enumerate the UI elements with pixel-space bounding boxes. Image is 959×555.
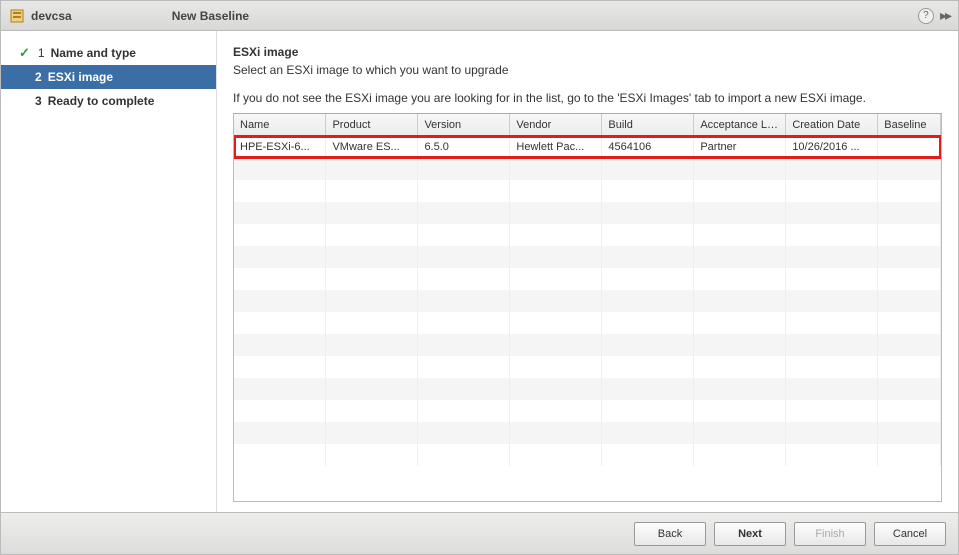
title-dialog: New Baseline — [172, 9, 249, 23]
col-header-creation-date[interactable]: Creation Date — [786, 114, 878, 136]
col-header-build[interactable]: Build — [602, 114, 694, 136]
info-text: If you do not see the ESXi image you are… — [233, 91, 942, 105]
table-row[interactable]: HPE-ESXi-6... VMware ES... 6.5.0 Hewlett… — [234, 136, 941, 158]
col-header-product[interactable]: Product — [326, 114, 418, 136]
help-icon[interactable]: ? — [918, 8, 934, 24]
page-subtext: Select an ESXi image to which you want t… — [233, 63, 942, 77]
col-header-version[interactable]: Version — [418, 114, 510, 136]
table-row-empty — [234, 378, 941, 400]
table-row-empty — [234, 158, 941, 180]
finish-button: Finish — [794, 522, 866, 546]
step-label: Name and type — [51, 46, 136, 60]
cell-vendor: Hewlett Pac... — [510, 136, 602, 158]
table-row-empty — [234, 180, 941, 202]
step-number: 1 — [38, 46, 45, 60]
expand-icon[interactable]: ▸▸ — [940, 7, 950, 24]
cell-build: 4564106 — [602, 136, 694, 158]
step-label: Ready to complete — [48, 94, 155, 108]
step-esxi-image[interactable]: 2 ESXi image — [1, 65, 216, 89]
col-header-baseline[interactable]: Baseline — [878, 114, 941, 136]
table-row-empty — [234, 202, 941, 224]
cancel-button[interactable]: Cancel — [874, 522, 946, 546]
table-row-empty — [234, 268, 941, 290]
checkmark-icon: ✓ — [19, 45, 30, 61]
wizard-steps-sidebar: ✓ 1 Name and type 2 ESXi image 3 Ready t… — [1, 31, 217, 512]
col-header-name[interactable]: Name — [234, 114, 326, 136]
step-number: 3 — [35, 94, 42, 108]
step-number: 2 — [35, 70, 42, 84]
table-row-empty — [234, 356, 941, 378]
titlebar: devcsa New Baseline ? ▸▸ — [1, 1, 958, 31]
cell-product: VMware ES... — [326, 136, 418, 158]
step-ready-to-complete: 3 Ready to complete — [1, 89, 216, 113]
table-header-row: Name Product Version Vendor Build Accept… — [234, 114, 941, 136]
next-button[interactable]: Next — [714, 522, 786, 546]
cell-version: 6.5.0 — [418, 136, 510, 158]
table-row-empty — [234, 224, 941, 246]
table-row-empty — [234, 444, 941, 466]
table-row-empty — [234, 290, 941, 312]
step-label: ESXi image — [48, 70, 113, 84]
page-heading: ESXi image — [233, 45, 942, 59]
col-header-acceptance[interactable]: Acceptance Le... — [694, 114, 786, 136]
col-header-vendor[interactable]: Vendor — [510, 114, 602, 136]
title-host: devcsa — [31, 9, 72, 23]
table-row-empty — [234, 246, 941, 268]
table-row-empty — [234, 334, 941, 356]
back-button[interactable]: Back — [634, 522, 706, 546]
dialog-body: ✓ 1 Name and type 2 ESXi image 3 Ready t… — [1, 31, 958, 512]
table-row-empty — [234, 422, 941, 444]
cell-baseline — [878, 136, 941, 158]
step-name-and-type[interactable]: ✓ 1 Name and type — [1, 41, 216, 65]
wizard-main-panel: ESXi image Select an ESXi image to which… — [217, 31, 958, 512]
cell-creation-date: 10/26/2016 ... — [786, 136, 878, 158]
host-icon — [9, 8, 25, 24]
table-row-empty — [234, 312, 941, 334]
cell-name: HPE-ESXi-6... — [234, 136, 326, 158]
table-row-empty — [234, 400, 941, 422]
wizard-footer: Back Next Finish Cancel — [1, 512, 958, 554]
wizard-dialog: devcsa New Baseline ? ▸▸ ✓ 1 Name and ty… — [0, 0, 959, 555]
cell-acceptance: Partner — [694, 136, 786, 158]
esxi-image-table: Name Product Version Vendor Build Accept… — [233, 113, 942, 502]
